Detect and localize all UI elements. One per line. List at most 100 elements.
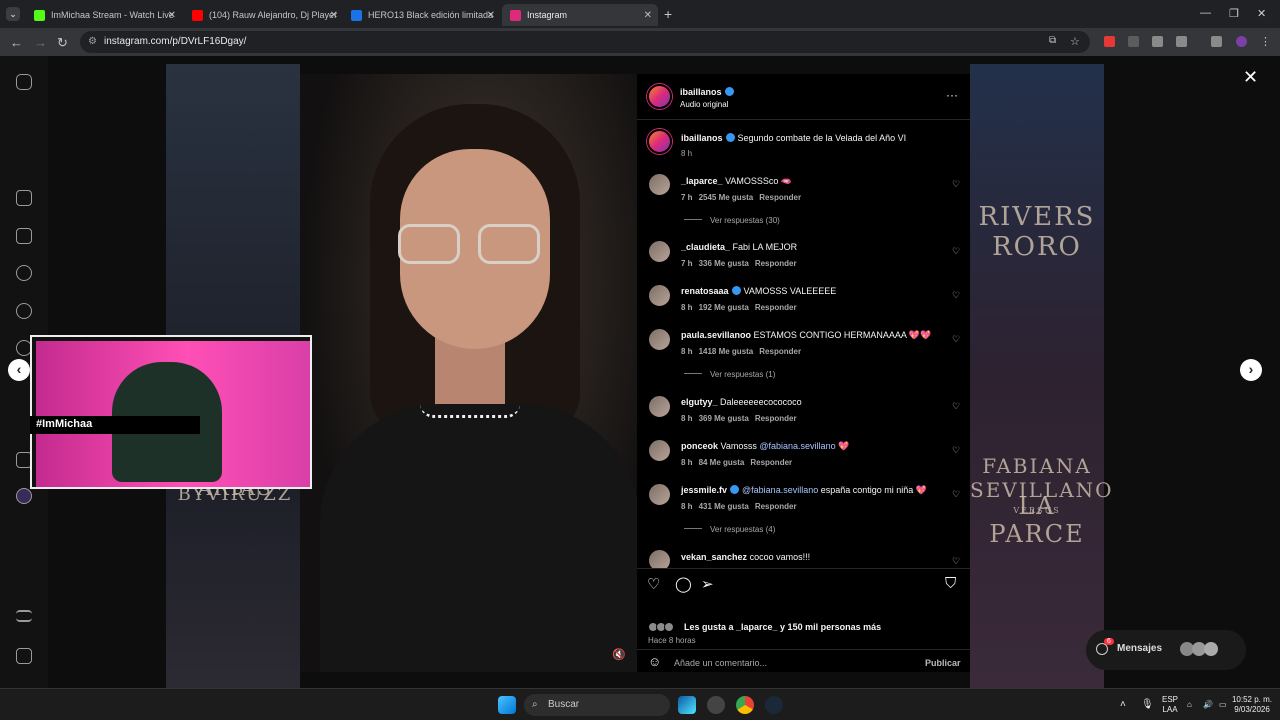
extension-icon[interactable] xyxy=(1104,36,1115,47)
restore-button[interactable]: ❐ xyxy=(1229,7,1239,20)
home-icon[interactable] xyxy=(16,190,32,206)
network-icon[interactable]: ⌂ xyxy=(1187,700,1192,710)
extensions-puzzle-icon[interactable] xyxy=(1176,36,1187,47)
comment-likes[interactable]: 1418 Me gusta xyxy=(699,347,754,356)
author-avatar[interactable] xyxy=(647,84,672,109)
comment-avatar[interactable] xyxy=(647,438,672,463)
reply-button[interactable]: Responder xyxy=(755,303,797,312)
media-controls-icon[interactable] xyxy=(1211,36,1222,47)
comment-avatar[interactable] xyxy=(647,283,672,308)
address-bar[interactable]: ⚙ instagram.com/p/DVrLF16Dgay/ xyxy=(80,31,1090,53)
tab-instagram[interactable]: Instagram ✕ xyxy=(502,4,658,26)
taskbar-search[interactable]: ⌕ Buscar xyxy=(524,694,670,716)
bookmark-star-icon[interactable]: ☆ xyxy=(1070,35,1080,48)
like-heart-icon[interactable]: ♡ xyxy=(952,179,960,190)
reply-button[interactable]: Responder xyxy=(755,414,797,423)
comment-likes[interactable]: 192 Me gusta xyxy=(699,303,749,312)
like-heart-icon[interactable]: ♡ xyxy=(952,246,960,257)
like-heart-icon[interactable]: ♡ xyxy=(952,489,960,500)
forward-icon[interactable]: → xyxy=(34,35,47,50)
reply-button[interactable]: Responder xyxy=(755,502,797,511)
profile-icon[interactable] xyxy=(16,488,32,504)
tab-kick[interactable]: ImMichaa Stream - Watch Live ✕ xyxy=(26,4,182,26)
volume-icon[interactable]: 🔊 xyxy=(1203,700,1213,710)
site-info-icon[interactable]: ⚙ xyxy=(88,31,97,53)
profile-avatar[interactable] xyxy=(1236,36,1247,47)
search-icon[interactable] xyxy=(16,303,32,319)
comment-username[interactable]: _claudieta_ xyxy=(681,242,730,252)
close-icon[interactable]: ✕ xyxy=(168,10,176,21)
clock[interactable]: 10:52 p. m. 9/03/2026 xyxy=(1228,695,1276,715)
comment-likes[interactable]: 336 Me gusta xyxy=(699,259,749,268)
publish-button[interactable]: Publicar xyxy=(925,658,961,668)
emoji-icon[interactable]: ☺ xyxy=(648,654,661,669)
comment-avatar[interactable] xyxy=(647,239,672,264)
like-heart-icon[interactable]: ♡ xyxy=(952,290,960,301)
language-indicator[interactable]: ESP LAA xyxy=(1162,695,1178,715)
edge-icon[interactable] xyxy=(678,696,696,714)
close-icon[interactable]: ✕ xyxy=(644,10,652,21)
reply-button[interactable]: Responder xyxy=(750,458,792,467)
comment-avatar[interactable] xyxy=(647,394,672,419)
extension-icon[interactable] xyxy=(1128,36,1139,47)
windows-start-icon[interactable] xyxy=(498,696,516,714)
reply-button[interactable]: Responder xyxy=(759,193,801,202)
like-heart-icon[interactable]: ♡ xyxy=(952,401,960,412)
reply-button[interactable]: Responder xyxy=(759,347,801,356)
tab-gopro[interactable]: HERO13 Black edición limitada ✕ xyxy=(343,4,501,26)
comment-input[interactable]: Añade un comentario... xyxy=(674,658,767,668)
microphone-icon[interactable]: 🎙 xyxy=(1141,700,1154,710)
close-icon[interactable]: ✕ xyxy=(487,10,495,21)
also-from-meta-icon[interactable] xyxy=(16,648,32,664)
comment-likes[interactable]: 369 Me gusta xyxy=(699,414,749,423)
battery-icon[interactable]: ▭ xyxy=(1219,700,1227,710)
comment-username[interactable]: elgutyy_ xyxy=(681,397,718,407)
audio-label[interactable]: Audio original xyxy=(680,100,728,109)
like-heart-icon[interactable]: ♡ xyxy=(952,334,960,345)
next-post-button[interactable]: › xyxy=(1240,359,1262,381)
comment-likes[interactable]: 431 Me gusta xyxy=(699,502,749,511)
messages-dock[interactable]: 6 Mensajes xyxy=(1086,630,1246,670)
comment-avatar[interactable] xyxy=(647,172,672,197)
back-icon[interactable]: ← xyxy=(10,35,23,50)
comment-avatar[interactable] xyxy=(647,327,672,352)
chrome-icon[interactable] xyxy=(736,696,754,714)
instagram-logo-icon[interactable] xyxy=(16,74,32,90)
comment-username[interactable]: paula.sevillanoo xyxy=(681,330,751,340)
comment-avatar[interactable] xyxy=(647,482,672,507)
minimize-button[interactable]: — xyxy=(1200,7,1211,19)
comment-mention[interactable]: @fabiana.sevillano xyxy=(759,441,835,451)
like-heart-icon[interactable]: ♡ xyxy=(952,445,960,456)
comment-likes[interactable]: 2545 Me gusta xyxy=(699,193,754,202)
install-app-icon[interactable]: ⧉ xyxy=(1049,35,1056,46)
tray-chevron-icon[interactable]: ˄ xyxy=(1120,700,1126,710)
reload-icon[interactable]: ↻ xyxy=(57,35,68,51)
like-icon[interactable]: ♡ xyxy=(647,575,660,593)
view-replies-button[interactable]: Ver respuestas (1) xyxy=(684,370,775,379)
steam-icon[interactable] xyxy=(765,696,783,714)
post-image[interactable]: 🔇 xyxy=(300,74,637,672)
comment-mention[interactable]: @fabiana.sevillano xyxy=(742,485,818,495)
extension-icon[interactable] xyxy=(1152,36,1163,47)
previous-post-button[interactable]: ‹ xyxy=(8,359,30,381)
mute-icon[interactable]: 🔇 xyxy=(612,648,626,661)
comment-username[interactable]: vekan_sanchez xyxy=(681,552,747,562)
author-username[interactable]: ibaillanos xyxy=(681,133,723,143)
author-avatar[interactable] xyxy=(647,129,672,154)
reels-icon[interactable] xyxy=(16,228,32,244)
comment-icon[interactable]: ◯ xyxy=(675,575,692,593)
comment-username[interactable]: jessmile.fv xyxy=(681,485,727,495)
comment-likes[interactable]: 84 Me gusta xyxy=(699,458,745,467)
likes-count[interactable]: Les gusta a _laparce_ y 150 mil personas… xyxy=(684,622,881,632)
messages-icon[interactable] xyxy=(16,265,32,281)
tab-search-icon[interactable]: ⌄ xyxy=(6,7,20,21)
save-bookmark-icon[interactable]: ⛉ xyxy=(945,575,956,592)
comment-username[interactable]: renatosaaa xyxy=(681,286,729,296)
app-icon[interactable] xyxy=(707,696,725,714)
close-icon[interactable]: ✕ xyxy=(1243,67,1258,88)
new-tab-button[interactable]: + xyxy=(664,6,672,22)
like-heart-icon[interactable]: ♡ xyxy=(952,556,960,567)
reply-button[interactable]: Responder xyxy=(755,259,797,268)
menu-icon[interactable]: ⋮ xyxy=(1260,35,1271,48)
view-replies-button[interactable]: Ver respuestas (30) xyxy=(684,216,780,225)
